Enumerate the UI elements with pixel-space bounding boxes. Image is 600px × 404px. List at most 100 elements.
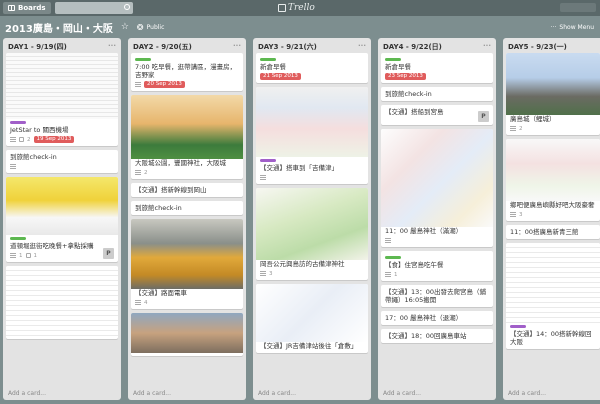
star-icon[interactable]: ☆ [121,22,129,32]
avatar[interactable]: P [478,111,489,122]
board-title[interactable]: 2013廣島・岡山・大阪 [5,20,113,35]
card-label [10,121,26,124]
search-input[interactable] [54,2,133,14]
list-item[interactable]: 大阪城公園，豐國神社，大阪城 2 [131,95,243,179]
checklist-icon [19,137,24,142]
list-title[interactable]: DAY4 - 9/22(日) [383,42,442,51]
avatar[interactable]: P [103,248,114,259]
list-menu-icon[interactable]: ··· [483,42,491,50]
list-item[interactable]: 7:00 吃早餐，逛帶講區，漫畫房，吉野家 20 Sep 2013 [131,53,243,91]
list-item[interactable]: 鄉吧便廣島嶼縣好吧大阪豪奢 3 [506,139,600,221]
list-day4: DAY4 - 9/22(日) ··· 新倉早餐 23 Sep 2013 到旅館c… [378,38,496,400]
list-title[interactable]: DAY3 - 9/21(六) [258,42,317,51]
list-day3: DAY3 - 9/21(六) ··· 新倉早餐 21 Sep 2013 【交通】… [253,38,371,400]
list-item[interactable]: 道頓堀逛街吃晚餐+拿點採購 1 1 P [6,177,118,262]
list-item[interactable]: 【交通】JR吉備津站後往「倉敷」 [256,284,368,353]
list-item[interactable]: 新倉早餐 23 Sep 2013 [381,53,493,83]
card-cover-image [506,243,600,323]
card-title: 【交通】13：00出發去爬宮島（鋪帶繩）16:05搬開 [385,288,487,304]
list-title[interactable]: DAY5 - 9/23(一) [508,42,567,51]
description-icon [510,126,516,131]
description-icon [135,300,141,305]
description-icon [10,164,16,169]
board-header: 2013廣島・岡山・大阪 ☆ ❂ Public ··· Show Menu [0,16,600,38]
logo-text: Trello [288,3,315,13]
list-item[interactable]: 17：00 嚴島神社（退潮） [381,311,493,325]
card-title: 17：00 嚴島神社（退潮） [385,314,463,322]
card-cover-image [256,87,368,157]
list-item[interactable]: 【交通】13：00出發去爬宮島（鋪帶繩）16:05搬開 [381,285,493,307]
card-title: 到旅館check-in [10,153,57,161]
list-item[interactable]: 廣島城（鯉城） 2 [506,53,600,135]
description-icon [135,82,141,87]
list-menu-icon[interactable]: ··· [358,42,366,50]
description-icon [260,175,266,180]
add-card-button[interactable]: Add a card... [258,390,296,397]
add-card-button[interactable]: Add a card... [508,390,546,397]
list-title[interactable]: DAY1 - 9/19(四) [8,42,67,51]
trello-logo[interactable]: Trello [278,2,315,14]
list-item[interactable]: 岡吾公元興島訪的古備津神社 3 [256,188,368,280]
card-cover-image [6,53,118,119]
attachment-icon [25,253,31,258]
add-card-button[interactable]: Add a card... [383,390,421,397]
list-item[interactable]: 【交通】搭船到宮島 P [381,105,493,125]
card-title: 新倉早餐 [260,63,286,71]
card-title: 到旅館check-in [135,204,182,212]
card-title: 【交通】路面電車 [135,289,187,297]
card-badges: 2 19 Sep 2013 [10,136,114,143]
card-cover-image [256,188,368,260]
list-menu-icon[interactable]: ··· [108,42,116,50]
logo-mark-icon [278,4,286,12]
list-item[interactable]: 11：00 嚴島神社（滿潮） [381,129,493,247]
description-icon [135,170,141,175]
card-cover-image [256,284,368,342]
member-menu[interactable] [560,3,596,12]
card-title: 大阪城公園，豐國神社，大阪城 [135,159,226,167]
description-icon [260,271,266,276]
card-title: 廣島城（鯉城） [510,115,556,123]
add-card-button[interactable]: Add a card... [8,390,46,397]
card-cover-image [131,95,243,159]
card-label [10,237,26,240]
list-item[interactable]: 到旅館check-in [131,201,243,215]
description-icon [385,238,391,243]
card-cover-image [381,129,493,227]
list-day5: DAY5 - 9/23(一) 廣島城（鯉城） 2 鄉吧便廣島嶼縣好吧大阪豪奢 3… [503,38,600,400]
card-title: 鄉吧便廣島嶼縣好吧大阪豪奢 [510,201,595,209]
list-menu-icon[interactable]: ··· [233,42,241,50]
card-title: 【交通】搭新幹線到岡山 [135,186,207,194]
list-item[interactable] [6,266,118,339]
card-label [385,256,401,259]
list-item[interactable]: 新倉早餐 21 Sep 2013 [256,53,368,83]
list-item[interactable]: 11：00搭廣島新青三館 [506,225,600,239]
list-item[interactable]: 到旅館check-in [6,150,118,173]
list-day2: DAY2 - 9/20(五) ··· 7:00 吃早餐，逛帶講區，漫畫房，吉野家… [128,38,246,400]
list-title[interactable]: DAY2 - 9/20(五) [133,42,192,51]
list-item[interactable]: 到旅館check-in [381,87,493,101]
description-icon [10,137,16,142]
list-item[interactable]: 【交通】18：00回廣島車站 [381,329,493,343]
list-item[interactable]: 【交通】路面電車 4 [131,219,243,309]
list-item[interactable]: JetStar to 關西機場 2 19 Sep 2013 [6,53,118,146]
card-badges: 1 1 [10,252,114,259]
card-label [385,58,401,61]
show-menu-button[interactable]: ··· Show Menu [551,24,594,31]
due-date-badge: 19 Sep 2013 [33,136,75,143]
list-item[interactable]: 【交通】搭新幹線到岡山 [131,183,243,197]
card-cover-image [506,53,600,115]
add-card-button[interactable]: Add a card... [133,390,171,397]
due-date-badge: 21 Sep 2013 [260,73,301,80]
list-item[interactable]: 【交通】14：00搭新幹線回大阪 [506,243,600,349]
menu-dots-icon: ··· [550,23,557,31]
card-title: JetStar to 關西機場 [10,126,69,134]
list-item[interactable]: 【食】住宮島吃午餐 1 [381,251,493,281]
card-label [510,325,526,328]
card-title: 【食】住宮島吃午餐 [385,261,444,269]
list-item[interactable]: 【交通】搭車到「吉備津」 [256,87,368,184]
list-item[interactable] [131,313,243,356]
visibility-label[interactable]: Public [147,24,165,31]
boards-button[interactable]: Boards [3,2,51,14]
description-icon [385,272,391,277]
card-title: 【交通】搭車到「吉備津」 [260,164,338,172]
